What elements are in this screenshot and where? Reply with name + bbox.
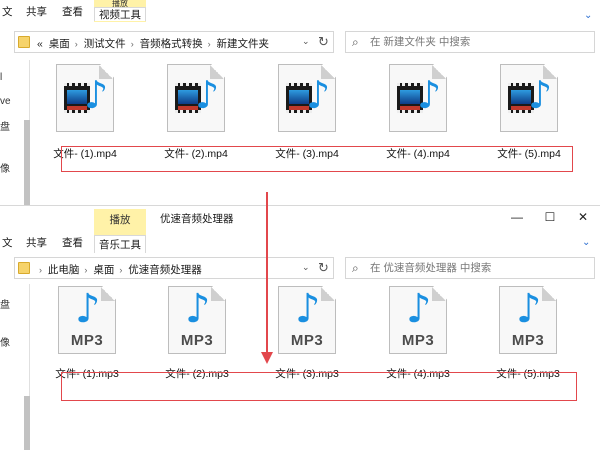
file-item[interactable]: ♪ MP3 文件- (4).mp3 [373, 286, 463, 381]
mp3-icon-label: MP3 [70, 332, 104, 349]
nav-scrollbar[interactable] [24, 396, 30, 450]
nav-item-partial[interactable]: 像 [0, 160, 10, 175]
breadcrumb-audio-convert[interactable]: 音频格式转换 [140, 38, 203, 50]
breadcrumb: « 桌面 › 测试文件 › 音频格式转换 › 新建文件夹 [37, 36, 272, 51]
mp3-icon-label: MP3 [511, 332, 545, 349]
maximize-button[interactable]: ☐ [543, 210, 557, 224]
music-note-icon: ♪ [185, 286, 211, 332]
search-icon: ⌕ [352, 35, 359, 49]
music-note-icon: ♪ [75, 286, 101, 332]
search-icon: ⌕ [352, 261, 359, 275]
tab-share[interactable]: 共享 [26, 4, 47, 20]
tab-share[interactable]: 共享 [26, 235, 47, 251]
ribbon-tabs: 文 共享 查看 播放 视频工具 ⌄ [0, 0, 600, 22]
context-tab-music-tools[interactable]: 播放 音乐工具 [94, 209, 146, 253]
tab-video-tools[interactable]: 视频工具 [94, 7, 146, 21]
mp3-icon-label: MP3 [180, 332, 214, 349]
breadcrumb-audio-processor[interactable]: 优速音频处理器 [128, 264, 202, 276]
chevron-right-icon[interactable]: › [39, 265, 42, 275]
tab-file-partial[interactable]: 文 [2, 4, 13, 20]
tab-view[interactable]: 查看 [62, 235, 83, 251]
mp3-file-icon: ♪ MP3 [168, 286, 226, 354]
address-bar[interactable]: « 桌面 › 测试文件 › 音频格式转换 › 新建文件夹 ⌄ ↻ [14, 31, 334, 53]
nav-item-partial[interactable]: l [0, 72, 2, 83]
chevron-right-icon[interactable]: › [84, 265, 87, 275]
address-bar[interactable]: › 此电脑 › 桌面 › 优速音频处理器 ⌄ ↻ [14, 257, 334, 279]
annotation-arrow [266, 192, 268, 357]
breadcrumb-new-folder[interactable]: 新建文件夹 [217, 38, 270, 50]
search-input[interactable] [370, 261, 590, 275]
address-dropdown-icon[interactable]: ⌄ [302, 262, 310, 273]
breadcrumb-this-pc[interactable]: 此电脑 [48, 264, 80, 276]
music-note-icon: ♪ [306, 73, 331, 117]
music-note-icon: ♪ [84, 73, 109, 117]
mp3-icon-label: MP3 [401, 332, 435, 349]
nav-item-partial[interactable]: 盘 [0, 296, 10, 311]
breadcrumb-desktop[interactable]: 桌面 [93, 264, 114, 276]
video-file-icon: ♪ [56, 64, 114, 132]
arrow-down-icon [261, 352, 273, 364]
video-file-icon: ♪ [389, 64, 447, 132]
music-note-icon: ♪ [406, 286, 432, 332]
nav-item-partial[interactable]: 像 [0, 334, 10, 349]
chevron-right-icon[interactable]: › [131, 39, 134, 49]
mp3-icon-label: MP3 [290, 332, 324, 349]
annotation-highlight-mp3 [61, 372, 577, 401]
video-file-icon: ♪ [278, 64, 336, 132]
context-tab-group-label: 播放 [109, 214, 131, 226]
folder-icon [18, 36, 30, 48]
nav-item-partial[interactable]: ve [0, 96, 11, 107]
ribbon-tabs: 文 共享 查看 播放 音乐工具 ⌄ [0, 209, 600, 253]
chevron-right-icon[interactable]: › [208, 39, 211, 49]
address-dropdown-icon[interactable]: ⌄ [302, 36, 310, 47]
mp3-file-icon: ♪ MP3 [499, 286, 557, 354]
music-note-icon: ♪ [516, 286, 542, 332]
close-button[interactable]: ✕ [576, 210, 590, 224]
video-file-icon: ♪ [167, 64, 225, 132]
context-tab-video-tools[interactable]: 播放 视频工具 [94, 0, 146, 22]
tab-file-partial[interactable]: 文 [2, 235, 13, 251]
explorer-window-audio: 优速音频处理器 — ☐ ✕ 文 共享 查看 播放 音乐工具 ⌄ › 此电脑 › 桌… [0, 205, 600, 450]
mp3-file-icon: ♪ MP3 [278, 286, 336, 354]
file-item[interactable]: ♪ MP3 文件- (2).mp3 [152, 286, 242, 381]
music-note-icon: ♪ [195, 73, 220, 117]
music-note-icon: ♪ [295, 286, 321, 332]
mp3-file-icon: ♪ MP3 [58, 286, 116, 354]
search-box[interactable]: ⌕ [345, 257, 595, 279]
minimize-button[interactable]: — [510, 210, 524, 224]
navigation-pane: l ve 盘 像 [0, 60, 30, 207]
chevron-down-icon[interactable]: ⌄ [582, 237, 590, 248]
search-box[interactable]: ⌕ [345, 31, 595, 53]
tab-music-tools[interactable]: 音乐工具 [94, 235, 146, 253]
breadcrumb-overflow[interactable]: « [37, 38, 43, 50]
nav-item-partial[interactable]: 盘 [0, 118, 10, 133]
chevron-right-icon[interactable]: › [75, 39, 78, 49]
refresh-icon[interactable]: ↻ [318, 34, 329, 50]
breadcrumb-desktop[interactable]: 桌面 [49, 38, 70, 50]
address-row: › 此电脑 › 桌面 › 优速音频处理器 ⌄ ↻ ⌕ [0, 257, 600, 279]
folder-icon [18, 262, 30, 274]
chevron-right-icon[interactable]: › [119, 265, 122, 275]
annotation-highlight-mp4 [61, 146, 573, 172]
breadcrumb: › 此电脑 › 桌面 › 优速音频处理器 [37, 262, 205, 277]
explorer-window-video: 文 共享 查看 播放 视频工具 ⌄ « 桌面 › 测试文件 › 音频格式转换 › 新建… [0, 0, 600, 207]
file-item[interactable]: ♪ MP3 文件- (3).mp3 [262, 286, 352, 381]
file-item[interactable]: ♪ MP3 文件- (1).mp3 [42, 286, 132, 381]
music-note-icon: ♪ [528, 73, 553, 117]
video-file-icon: ♪ [500, 64, 558, 132]
nav-scrollbar[interactable] [24, 120, 30, 207]
navigation-pane: 盘 像 [0, 284, 30, 450]
tab-view[interactable]: 查看 [62, 4, 83, 20]
file-list: ♪ 文件- (1).mp4 ♪ 文件- (2).mp4 ♪ 文件- (3).mp… [40, 64, 600, 204]
breadcrumb-test-files[interactable]: 测试文件 [84, 38, 126, 50]
search-input[interactable] [370, 35, 590, 49]
window-title: 优速音频处理器 [160, 213, 234, 225]
mp3-file-icon: ♪ MP3 [389, 286, 447, 354]
file-item[interactable]: ♪ MP3 文件- (5).mp3 [483, 286, 573, 381]
refresh-icon[interactable]: ↻ [318, 260, 329, 276]
address-row: « 桌面 › 测试文件 › 音频格式转换 › 新建文件夹 ⌄ ↻ ⌕ [0, 31, 600, 53]
chevron-down-icon[interactable]: ⌄ [584, 10, 592, 21]
music-note-icon: ♪ [417, 73, 442, 117]
